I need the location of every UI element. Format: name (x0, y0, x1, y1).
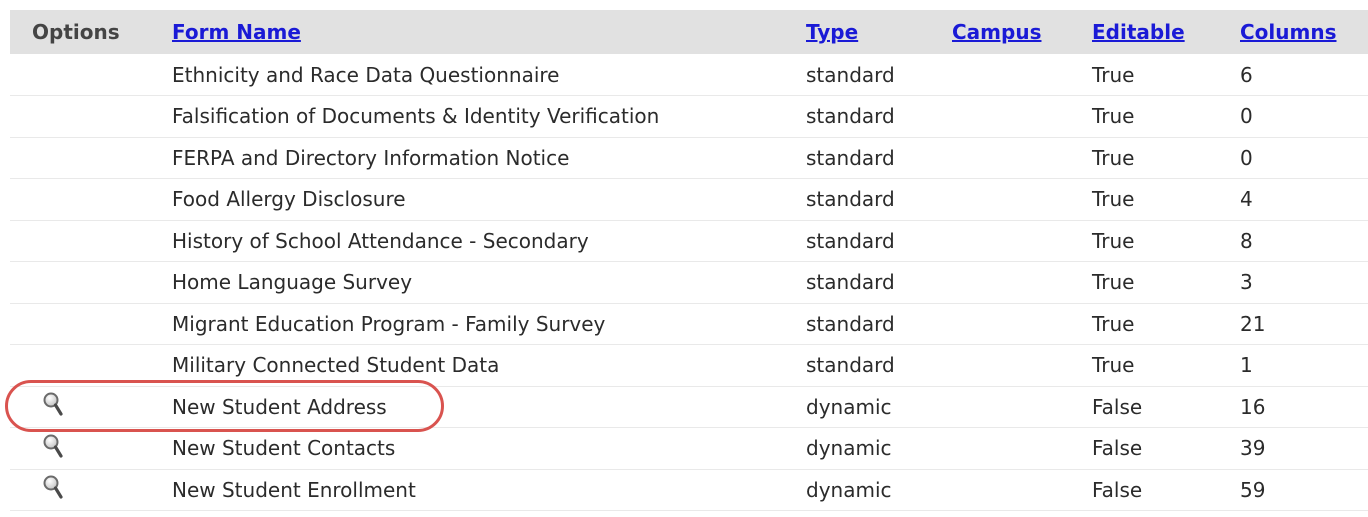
sort-editable-link[interactable]: Editable (1092, 20, 1185, 44)
editable-cell: True (1092, 270, 1135, 295)
columns-cell: 6 (1240, 62, 1253, 87)
table-row: Military Connected Student Data standard T… (10, 345, 1368, 387)
type-cell: standard (806, 228, 895, 253)
table-row: History of School Attendance - Secondary… (10, 220, 1368, 262)
campus-cell (940, 469, 1080, 511)
options-cell (10, 303, 160, 345)
type-cell: standard (806, 270, 895, 295)
sort-type-link[interactable]: Type (806, 20, 858, 44)
header-campus: Campus (940, 10, 1080, 54)
options-cell (10, 262, 160, 304)
columns-cell: 4 (1240, 187, 1253, 212)
editable-cell: True (1092, 228, 1135, 253)
columns-cell: 3 (1240, 270, 1253, 295)
options-cell (10, 428, 160, 470)
form-name-cell: History of School Attendance - Secondary (172, 228, 589, 253)
type-cell: standard (806, 187, 895, 212)
table-body: Ethnicity and Race Data Questionnaire sta… (10, 54, 1368, 511)
campus-cell (940, 96, 1080, 138)
options-cell (10, 220, 160, 262)
options-cell (10, 469, 160, 511)
form-name-cell: Military Connected Student Data (172, 353, 500, 378)
options-cell (10, 54, 160, 96)
editable-cell: True (1092, 145, 1135, 170)
editable-cell: True (1092, 62, 1135, 87)
form-name-cell: Migrant Education Program - Family Surve… (172, 311, 606, 336)
magnifier-icon[interactable] (42, 474, 64, 500)
table-row: Ethnicity and Race Data Questionnaire sta… (10, 54, 1368, 96)
type-cell: dynamic (806, 436, 892, 461)
form-name-cell: New Student Enrollment (172, 477, 416, 502)
header-options: Options (32, 20, 120, 44)
form-name-cell: Falsification of Documents & Identity Ve… (172, 104, 660, 129)
table-row: FERPA and Directory Information Notice st… (10, 137, 1368, 179)
columns-cell: 59 (1240, 477, 1266, 502)
table-row: Home Language Survey standard True 3 (10, 262, 1368, 304)
editable-cell: True (1092, 187, 1135, 212)
forms-table-container: Options Form Name Type Campus Editable C… (10, 10, 1368, 511)
type-cell: standard (806, 62, 895, 87)
options-cell (10, 137, 160, 179)
table-row: New Student Enrollment dynamic False 59 (10, 469, 1368, 511)
campus-cell (940, 220, 1080, 262)
header-columns: Columns (1228, 10, 1368, 54)
options-cell (10, 345, 160, 387)
columns-cell: 0 (1240, 145, 1253, 170)
form-name-cell: Food Allergy Disclosure (172, 187, 406, 212)
table-row: New Student Address dynamic False 16 (10, 386, 1368, 428)
columns-cell: 0 (1240, 104, 1253, 129)
editable-cell: True (1092, 104, 1135, 129)
editable-cell: True (1092, 311, 1135, 336)
type-cell: standard (806, 311, 895, 336)
forms-table: Options Form Name Type Campus Editable C… (10, 10, 1368, 511)
campus-cell (940, 386, 1080, 428)
campus-cell (940, 303, 1080, 345)
header-form-name: Form Name (160, 10, 794, 54)
sort-columns-link[interactable]: Columns (1240, 20, 1337, 44)
table-header-row: Options Form Name Type Campus Editable C… (10, 10, 1368, 54)
editable-cell: False (1092, 436, 1143, 461)
table-row: Falsification of Documents & Identity Ve… (10, 96, 1368, 138)
options-cell (10, 96, 160, 138)
options-cell (10, 386, 160, 428)
form-name-cell: New Student Address (172, 394, 387, 419)
type-cell: standard (806, 353, 895, 378)
form-name-cell: Home Language Survey (172, 270, 413, 295)
campus-cell (940, 137, 1080, 179)
campus-cell (940, 262, 1080, 304)
campus-cell (940, 54, 1080, 96)
magnifier-icon[interactable] (42, 433, 64, 459)
sort-form-name-link[interactable]: Form Name (172, 20, 301, 44)
campus-cell (940, 179, 1080, 221)
editable-cell: False (1092, 477, 1143, 502)
type-cell: standard (806, 104, 895, 129)
options-cell (10, 179, 160, 221)
campus-cell (940, 428, 1080, 470)
sort-campus-link[interactable]: Campus (952, 20, 1041, 44)
campus-cell (940, 345, 1080, 387)
columns-cell: 16 (1240, 394, 1266, 419)
columns-cell: 8 (1240, 228, 1253, 253)
table-row: New Student Contacts dynamic False 39 (10, 428, 1368, 470)
editable-cell: False (1092, 394, 1143, 419)
columns-cell: 1 (1240, 353, 1253, 378)
header-type: Type (794, 10, 940, 54)
table-row: Migrant Education Program - Family Surve… (10, 303, 1368, 345)
columns-cell: 21 (1240, 311, 1266, 336)
form-name-cell: Ethnicity and Race Data Questionnaire (172, 62, 560, 87)
editable-cell: True (1092, 353, 1135, 378)
header-editable: Editable (1080, 10, 1228, 54)
magnifier-icon[interactable] (42, 391, 64, 417)
table-row: Food Allergy Disclosure standard True 4 (10, 179, 1368, 221)
form-name-cell: New Student Contacts (172, 436, 396, 461)
type-cell: dynamic (806, 477, 892, 502)
columns-cell: 39 (1240, 436, 1266, 461)
type-cell: dynamic (806, 394, 892, 419)
type-cell: standard (806, 145, 895, 170)
form-name-cell: FERPA and Directory Information Notice (172, 145, 570, 170)
